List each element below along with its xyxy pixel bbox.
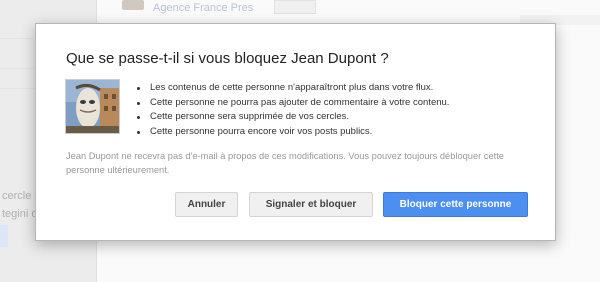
list-item: Cette personne ne pourra pas ajouter de … [134,96,449,111]
background-agency-name: Agence France Pres [153,2,254,14]
background-blue-block [0,225,8,247]
background-button [274,0,316,14]
cancel-button[interactable]: Annuler [175,192,238,217]
list-item: Cette personne pourra encore voir vos po… [134,125,449,140]
consequence-list: Les contenus de cette personne n'apparaî… [134,81,449,139]
block-person-button[interactable]: Bloquer cette personne [383,192,528,217]
profile-photo-icon [65,79,120,134]
list-item: Cette personne sera supprimée de vos cer… [134,110,449,125]
list-item: Les contenus de cette personne n'apparaî… [134,81,449,96]
notification-note: Jean Dupont ne recevra pas d'e-mail à pr… [66,151,504,175]
block-user-dialog: Que se passe-t-il si vous bloquez Jean D… [35,23,556,241]
background-avatar [122,0,144,10]
dialog-title: Que se passe-t-il si vous bloquez Jean D… [66,50,389,67]
report-and-block-button[interactable]: Signaler et bloquer [249,192,373,217]
